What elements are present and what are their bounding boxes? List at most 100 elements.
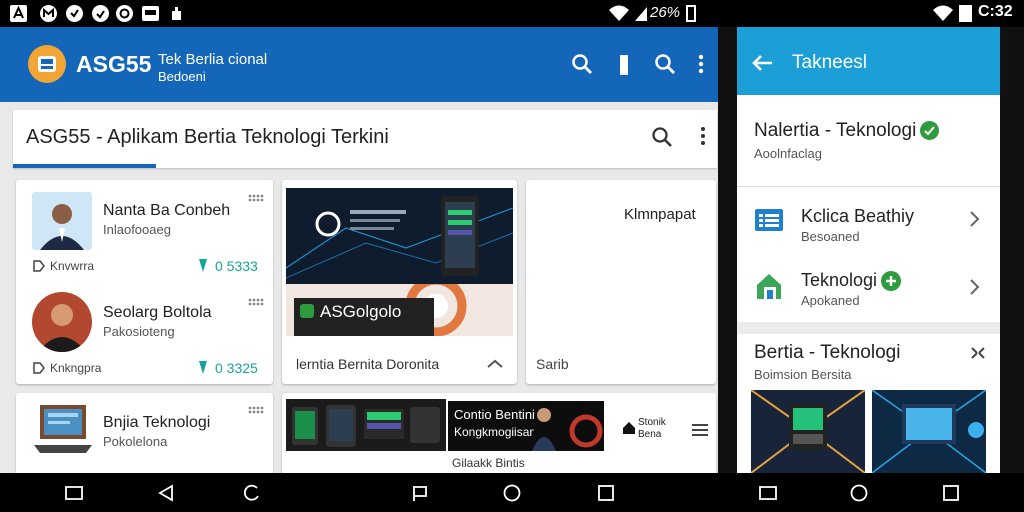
menu-icon[interactable] (692, 423, 708, 437)
person-meta-2: Knkngpra (50, 361, 102, 375)
overview-icon[interactable] (597, 484, 615, 502)
logo-badge-icon (300, 304, 314, 318)
puzzle-icon (169, 5, 184, 22)
grid-dots-icon-2[interactable] (248, 298, 264, 306)
news-image: Contio Bentini Kongkmogiisan (448, 401, 604, 451)
news-subtitle: Kongkmogiisan (454, 425, 534, 439)
tag-icon (32, 259, 46, 273)
wifi-icon (608, 5, 630, 22)
search-bar[interactable]: ASG55 - Aplikam Bertia Teknologi Terkini (13, 110, 717, 168)
person-subtitle-2: Pakosioteng (103, 324, 175, 339)
side-list-item-1-title: Kclica Beathiy (801, 206, 915, 226)
side-thumb-2[interactable] (872, 390, 986, 473)
app-title: ASG55 (76, 51, 152, 77)
app-bar: ASG55 Tek Berlia cional Bedoeni (0, 27, 718, 102)
person-name: Nanta Ba Conbeh (103, 202, 231, 219)
side-app-bar: Takneesl (737, 27, 1000, 95)
search-bar-indicator (13, 164, 156, 168)
side-list-item-1-subtitle: Besoaned (801, 229, 860, 244)
app-subtitle-2: Bedoeni (158, 69, 206, 84)
house-icon (755, 271, 783, 301)
chevron-right-icon[interactable] (969, 210, 981, 228)
more-vert-icon[interactable] (698, 54, 704, 74)
search-bar-search-icon[interactable] (651, 126, 673, 148)
side-list-item-2-title: Teknologi (801, 270, 878, 290)
side-header-title: Nalertia - Teknologi (754, 120, 917, 141)
featured-logo-text: ASGolgolo (320, 302, 402, 321)
chevron-right-icon-2[interactable] (969, 278, 981, 296)
news-side-text-2: Bena (638, 429, 662, 440)
info-card-title: Klmnpapat (624, 206, 696, 223)
side-section-gap (737, 322, 1000, 334)
app-subtitle-1: Tek Berlia cional (158, 51, 268, 68)
home-nav-icon[interactable] (502, 483, 522, 503)
sync-icon (116, 5, 133, 22)
battery-icon-right (959, 5, 972, 22)
featured-caption: lerntia Bernita Doronita (296, 356, 440, 372)
screen-icon (142, 6, 159, 21)
flag-icon[interactable] (411, 484, 429, 502)
side-section-title: Bertia - Teknologi (754, 342, 901, 363)
check-circle-icon (92, 5, 109, 22)
grid-dots-icon-3[interactable] (248, 406, 264, 414)
battery-percent: 26% (650, 4, 681, 21)
home-icon (622, 421, 636, 435)
bookmark-icon[interactable] (620, 55, 628, 75)
list-icon (755, 209, 783, 231)
overview-icon-2[interactable] (942, 484, 960, 502)
side-thumb-1[interactable] (751, 390, 865, 473)
info-card[interactable]: Klmnpapat Sarib (526, 180, 716, 384)
back-arrow-icon[interactable] (751, 54, 773, 72)
wifi-icon-right (932, 5, 954, 22)
recent-apps-icon[interactable] (64, 484, 84, 502)
info-card-footer: Sarib (536, 356, 569, 372)
tech-card-subtitle: Pokolelona (103, 434, 168, 449)
app-a-icon (10, 5, 27, 22)
featured-banner (286, 188, 513, 284)
search-bar-text: ASG55 - Aplikam Bertia Teknologi Terkini (26, 126, 389, 148)
side-list-item-2-subtitle: Apokaned (801, 293, 860, 308)
signal-icon (634, 5, 648, 22)
side-list-item-2[interactable]: Teknologi Apokaned (737, 262, 1000, 318)
side-app-title: Takneesl (792, 52, 867, 73)
person-count: 0 5333 (215, 258, 258, 274)
status-bar: 26% C:32 (0, 0, 1024, 27)
battery-icon (686, 5, 696, 22)
laptop-icon (32, 401, 94, 459)
grid-dots-icon[interactable] (248, 194, 264, 202)
add-badge-icon (881, 271, 901, 291)
news-headline: Contio Bentini (454, 407, 534, 422)
news-footer: Gilaakk Bintis (452, 456, 525, 470)
people-card: Nanta Ba Conbeh Inlaofooaeg Knvwrra 0 53… (16, 180, 273, 384)
refresh-icon[interactable] (243, 484, 261, 502)
news-strip[interactable]: Contio Bentini Kongkmogiisan Gilaakk Bin… (282, 393, 716, 475)
search-icon[interactable] (571, 53, 593, 75)
side-list-item-1[interactable]: Kclica Beathiy Besoaned (737, 196, 1000, 252)
news-thumb (286, 399, 446, 451)
pin-icon (197, 258, 209, 273)
person-count-2: 0 3325 (215, 360, 258, 376)
side-header-subtitle: Aoolnfaclag (754, 146, 822, 161)
app-logo-icon[interactable] (28, 45, 66, 83)
back-icon[interactable] (157, 484, 175, 502)
tech-card[interactable]: Bnjia Teknologi Pokolelona (16, 393, 273, 475)
collapse-icon[interactable] (970, 346, 986, 360)
search-icon-2[interactable] (654, 53, 676, 75)
chevron-up-icon[interactable] (486, 359, 504, 369)
gmail-icon (40, 5, 57, 22)
pin-icon-2 (197, 360, 209, 375)
shield-check-icon (66, 5, 83, 22)
nav-bar (0, 473, 1024, 512)
person-subtitle: Inlaofooaeg (103, 222, 171, 237)
featured-card[interactable]: ASGolgolo lerntia Bernita Doronita (282, 180, 517, 384)
avatar (32, 192, 92, 250)
tech-card-title: Bnjia Teknologi (103, 414, 211, 431)
home-nav-icon-2[interactable] (849, 483, 869, 503)
recent-apps-icon-2[interactable] (758, 484, 778, 502)
status-time: C:32 (978, 3, 1013, 20)
avatar-2 (32, 292, 92, 352)
side-section-subtitle: Boimsion Bersita (754, 367, 852, 382)
person-name-2: Seolarg Boltola (103, 304, 212, 321)
featured-logo-strip: ASGolgolo (286, 284, 513, 336)
search-bar-more-icon[interactable] (700, 126, 706, 146)
